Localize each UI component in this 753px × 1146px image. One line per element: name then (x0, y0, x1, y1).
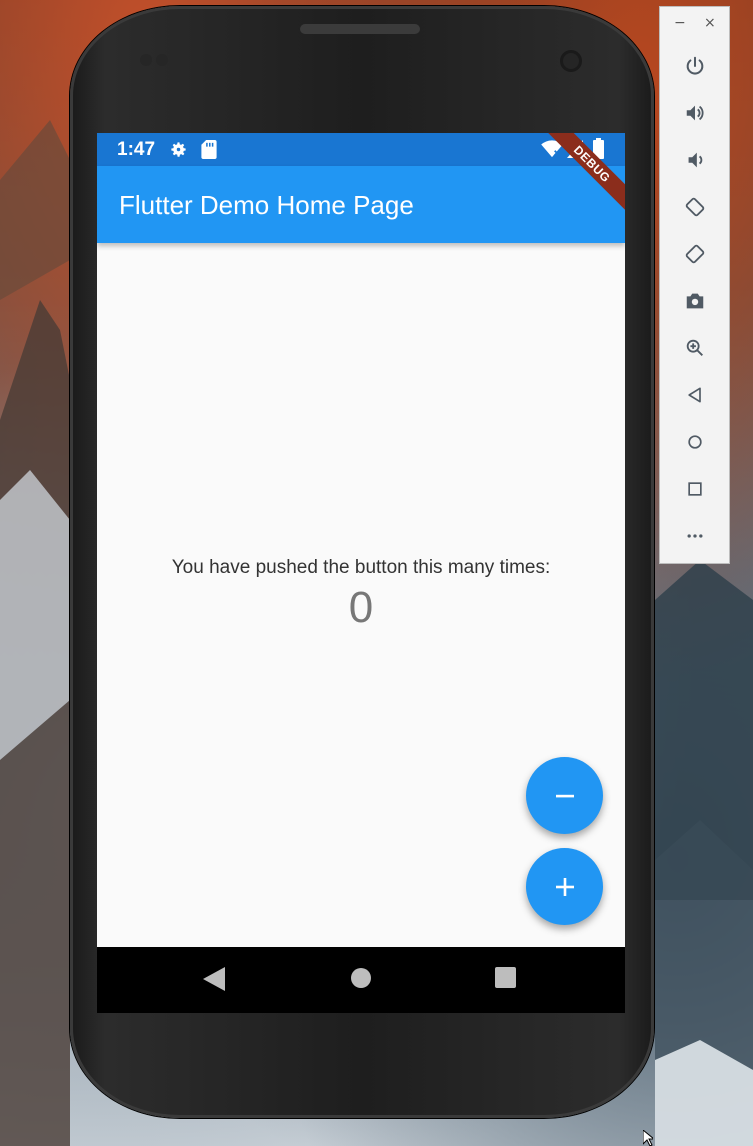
volume-up-button[interactable] (682, 100, 708, 126)
home-icon[interactable] (350, 967, 372, 989)
back-icon[interactable] (203, 967, 225, 991)
overview-button[interactable] (682, 476, 708, 502)
back-icon (688, 387, 701, 403)
light-sensor (156, 54, 168, 66)
front-camera (560, 50, 582, 72)
volume-down-icon (688, 152, 703, 168)
decrement-button[interactable] (526, 757, 603, 834)
rotate-left-button[interactable] (682, 194, 708, 220)
more-button[interactable] (682, 523, 708, 549)
home-icon (688, 435, 702, 449)
counter-value: 0 (348, 583, 374, 632)
proximity-sensor (140, 54, 152, 66)
close-button[interactable]: × (704, 15, 716, 31)
minus-icon (555, 794, 574, 797)
panel-window-controls: − × (660, 15, 729, 35)
settings-icon (171, 142, 186, 157)
volume-up-icon (686, 105, 704, 121)
home-button[interactable] (682, 429, 708, 455)
page-title: Flutter Demo Home Page (119, 190, 414, 220)
more-icon (687, 534, 703, 538)
counter-message: You have pushed the button this many tim… (171, 557, 551, 578)
volume-down-button[interactable] (682, 147, 708, 173)
power-button[interactable] (682, 53, 708, 79)
emulator-toolbar: − × (659, 6, 730, 564)
sd-card-icon (201, 140, 217, 159)
navigation-bar (97, 947, 625, 1013)
zoom-button[interactable] (682, 335, 708, 361)
plus-icon (555, 877, 574, 896)
power-icon (686, 56, 704, 75)
status-time: 1:47 (117, 139, 156, 160)
rotate-right-button[interactable] (682, 241, 708, 267)
phone-screen: 1:47 Flutter Demo Home Page DEBUG You ha… (97, 133, 625, 1013)
increment-button[interactable] (526, 848, 603, 925)
minimize-button[interactable]: − (674, 15, 686, 31)
app-bar: Flutter Demo Home Page (97, 166, 625, 243)
screenshot-button[interactable] (682, 288, 708, 314)
rotate-left-icon (685, 197, 705, 217)
status-bar: 1:47 (97, 133, 625, 166)
zoom-icon (686, 339, 703, 356)
recents-icon[interactable] (495, 967, 516, 988)
overview-icon (688, 482, 702, 496)
back-button[interactable] (682, 382, 708, 408)
camera-icon (686, 293, 704, 309)
speaker-grille (300, 24, 420, 34)
rotate-right-icon (685, 244, 705, 264)
mouse-cursor-icon (643, 1130, 653, 1146)
